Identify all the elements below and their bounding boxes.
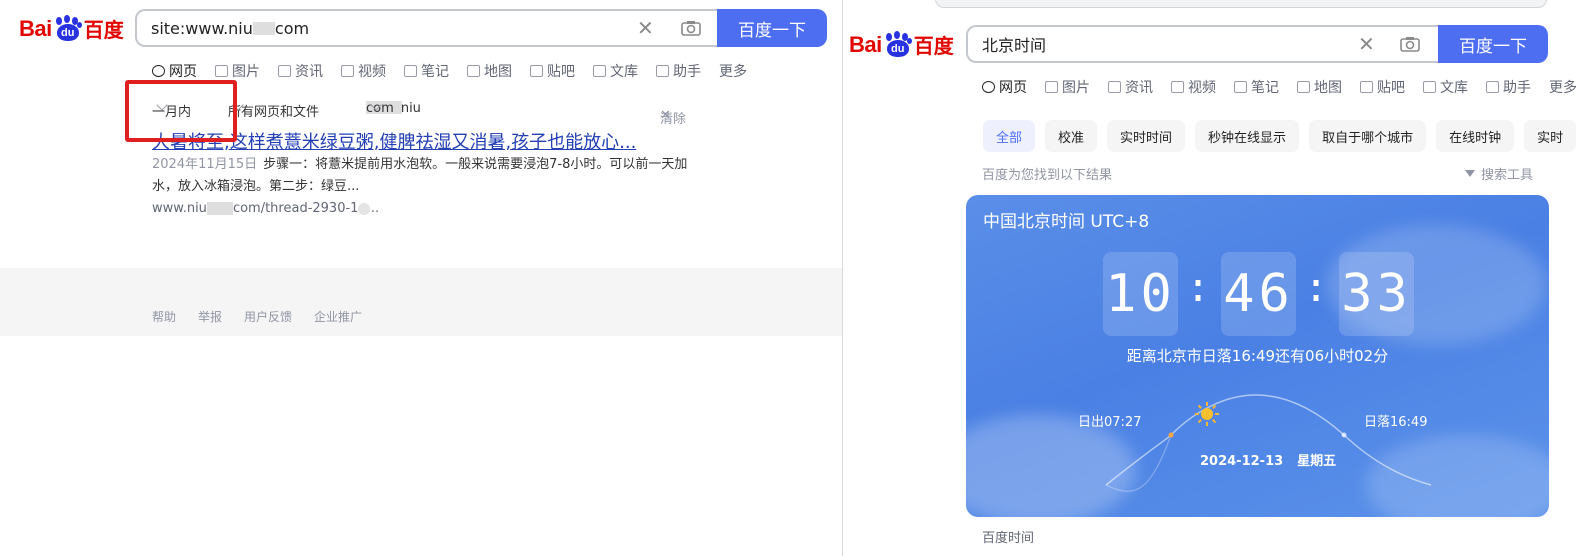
footer-link-help[interactable]: 帮助: [152, 308, 176, 325]
search-query[interactable]: site:www.niuxxcom: [151, 11, 309, 45]
sunset-time: 日落16:49: [1364, 415, 1428, 430]
wenku-icon: [1423, 81, 1436, 93]
shield-icon[interactable]: [358, 203, 370, 215]
map-icon: [467, 65, 480, 77]
address-bar[interactable]: [935, 0, 1547, 8]
left-browser-pane: Bai du 百度 site:www.niuxxcom ✕ 百度一下 网页 图片…: [0, 0, 842, 556]
search-query[interactable]: 北京时间: [982, 27, 1046, 61]
clock-minutes: 46: [1221, 252, 1296, 336]
sun-path-curve: [1105, 394, 1432, 492]
search-button[interactable]: 百度一下: [1438, 25, 1548, 63]
logo-latin: Bai: [19, 15, 52, 41]
beijing-time-card: 中国北京时间 UTC+8 10 : 46 : 33 距离北京市日落16:49还有…: [966, 195, 1549, 517]
search-icon: [982, 81, 995, 93]
tab-video[interactable]: 视频: [1171, 77, 1216, 97]
news-icon: [278, 65, 291, 77]
tieba-icon: [530, 65, 543, 77]
weekday-value: 星期五: [1297, 454, 1337, 469]
related-chips: 全部 校准 实时时间 秒钟在线显示 取自于哪个城市 在线时钟 实时: [983, 120, 1586, 152]
video-icon: [1171, 81, 1184, 93]
tab-more[interactable]: 更多: [719, 61, 747, 81]
footer-link-promote[interactable]: 企业推广: [314, 308, 362, 325]
tab-tieba[interactable]: 贴吧: [530, 61, 575, 81]
chip-all[interactable]: 全部: [983, 120, 1036, 152]
clear-icon[interactable]: ✕: [1358, 32, 1375, 56]
tab-notes[interactable]: 笔记: [1234, 77, 1279, 97]
video-icon: [341, 65, 354, 77]
tab-notes[interactable]: 笔记: [404, 61, 449, 81]
chip-online-clock[interactable]: 在线时钟: [1436, 120, 1515, 152]
left-tab-bar: 网页 图片 资讯 视频 笔记 地图 贴吧 文库 助手 更多: [152, 61, 765, 81]
sunrise-time: 日出07:27: [1078, 415, 1142, 430]
tab-map[interactable]: 地图: [1297, 77, 1342, 97]
clock-separator: :: [1186, 265, 1211, 311]
sun-icon: [1195, 402, 1219, 426]
paw-icon: du: [883, 30, 913, 58]
camera-icon[interactable]: [1400, 36, 1420, 52]
note-icon: [1234, 81, 1247, 93]
tab-web[interactable]: 网页: [152, 61, 197, 81]
logo-chinese: 百度: [83, 20, 124, 42]
logo-latin: Bai: [849, 31, 882, 57]
tab-video[interactable]: 视频: [341, 61, 386, 81]
card-title: 中国北京时间 UTC+8: [983, 212, 1150, 232]
tieba-icon: [1360, 81, 1373, 93]
sunset-countdown: 距离北京市日落16:49还有06小时02分: [1126, 347, 1389, 365]
tab-wenku[interactable]: 文库: [593, 61, 638, 81]
current-date: 2024-12-13 星期五: [1200, 450, 1350, 469]
search-tools-button[interactable]: 搜索工具: [1465, 164, 1533, 183]
site-filter[interactable]: www.niuxxcom: [366, 98, 421, 116]
right-tab-bar: 网页 图片 资讯 视频 笔记 地图 贴吧 文库 助手 更多: [982, 77, 1594, 97]
tab-images[interactable]: 图片: [215, 61, 260, 81]
news-icon: [1108, 81, 1121, 93]
tab-news[interactable]: 资讯: [278, 61, 323, 81]
search-box[interactable]: site:www.niuxxcom ✕: [135, 9, 717, 47]
card-source-caption[interactable]: 百度时间: [982, 527, 1034, 546]
search-box[interactable]: 北京时间 ✕: [966, 25, 1438, 63]
clock-separator: :: [1304, 265, 1329, 311]
search-icon: [152, 65, 165, 77]
tab-tieba[interactable]: 贴吧: [1360, 77, 1405, 97]
note-icon: [404, 65, 417, 77]
date-value: 2024-12-13: [1200, 454, 1284, 469]
tab-news[interactable]: 资讯: [1108, 77, 1153, 97]
clear-icon[interactable]: ✕: [637, 16, 654, 40]
footer-link-report[interactable]: 举报: [198, 308, 222, 325]
tab-more[interactable]: 更多: [1549, 77, 1577, 97]
clock-hours: 10: [1103, 252, 1178, 336]
tab-web[interactable]: 网页: [982, 77, 1027, 97]
result-url[interactable]: www.niuxxcom/thread-2930-1.....: [152, 201, 379, 216]
results-summary: 百度为您找到以下结果: [982, 168, 1113, 183]
tab-wenku[interactable]: 文库: [1423, 77, 1468, 97]
camera-icon[interactable]: [681, 20, 701, 36]
ai-icon: [1486, 81, 1499, 93]
baidu-logo[interactable]: Bai du 百度: [849, 30, 954, 59]
chip-realtime[interactable]: 实时时间: [1107, 120, 1186, 152]
logo-chinese: 百度: [913, 36, 954, 58]
paw-icon: du: [53, 14, 83, 42]
clock-seconds: 33: [1339, 252, 1414, 336]
image-icon: [215, 65, 228, 77]
chip-calibrate[interactable]: 校准: [1045, 120, 1098, 152]
highlight-box: [125, 80, 237, 142]
baidu-logo[interactable]: Bai du 百度: [19, 14, 124, 43]
footer-link-feedback[interactable]: 用户反馈: [244, 308, 292, 325]
page-footer: 帮助 举报 用户反馈 企业推广: [0, 268, 842, 336]
result-date: 2024年11月15日: [152, 157, 258, 172]
chip-city[interactable]: 取自于哪个城市: [1309, 120, 1427, 152]
tab-map[interactable]: 地图: [467, 61, 512, 81]
tab-images[interactable]: 图片: [1045, 77, 1090, 97]
wenku-icon: [593, 65, 606, 77]
result-snippet: 2024年11月15日 步骤一：将薏米提前用水泡软。一般来说需要浸泡7-8小时。可…: [152, 157, 688, 194]
search-button[interactable]: 百度一下: [717, 9, 827, 47]
tab-assistant[interactable]: 助手: [1486, 77, 1531, 97]
tab-assistant[interactable]: 助手: [656, 61, 701, 81]
map-icon: [1297, 81, 1310, 93]
image-icon: [1045, 81, 1058, 93]
filter-icon: [1465, 170, 1475, 177]
chip-realtime-2[interactable]: 实时: [1524, 120, 1577, 152]
ai-icon: [656, 65, 669, 77]
right-browser-pane: Bai du 百度 北京时间 ✕ 百度一下 网页 图片 资讯 视频 笔记 地图 …: [843, 0, 1594, 556]
chip-seconds[interactable]: 秒钟在线显示: [1195, 120, 1300, 152]
